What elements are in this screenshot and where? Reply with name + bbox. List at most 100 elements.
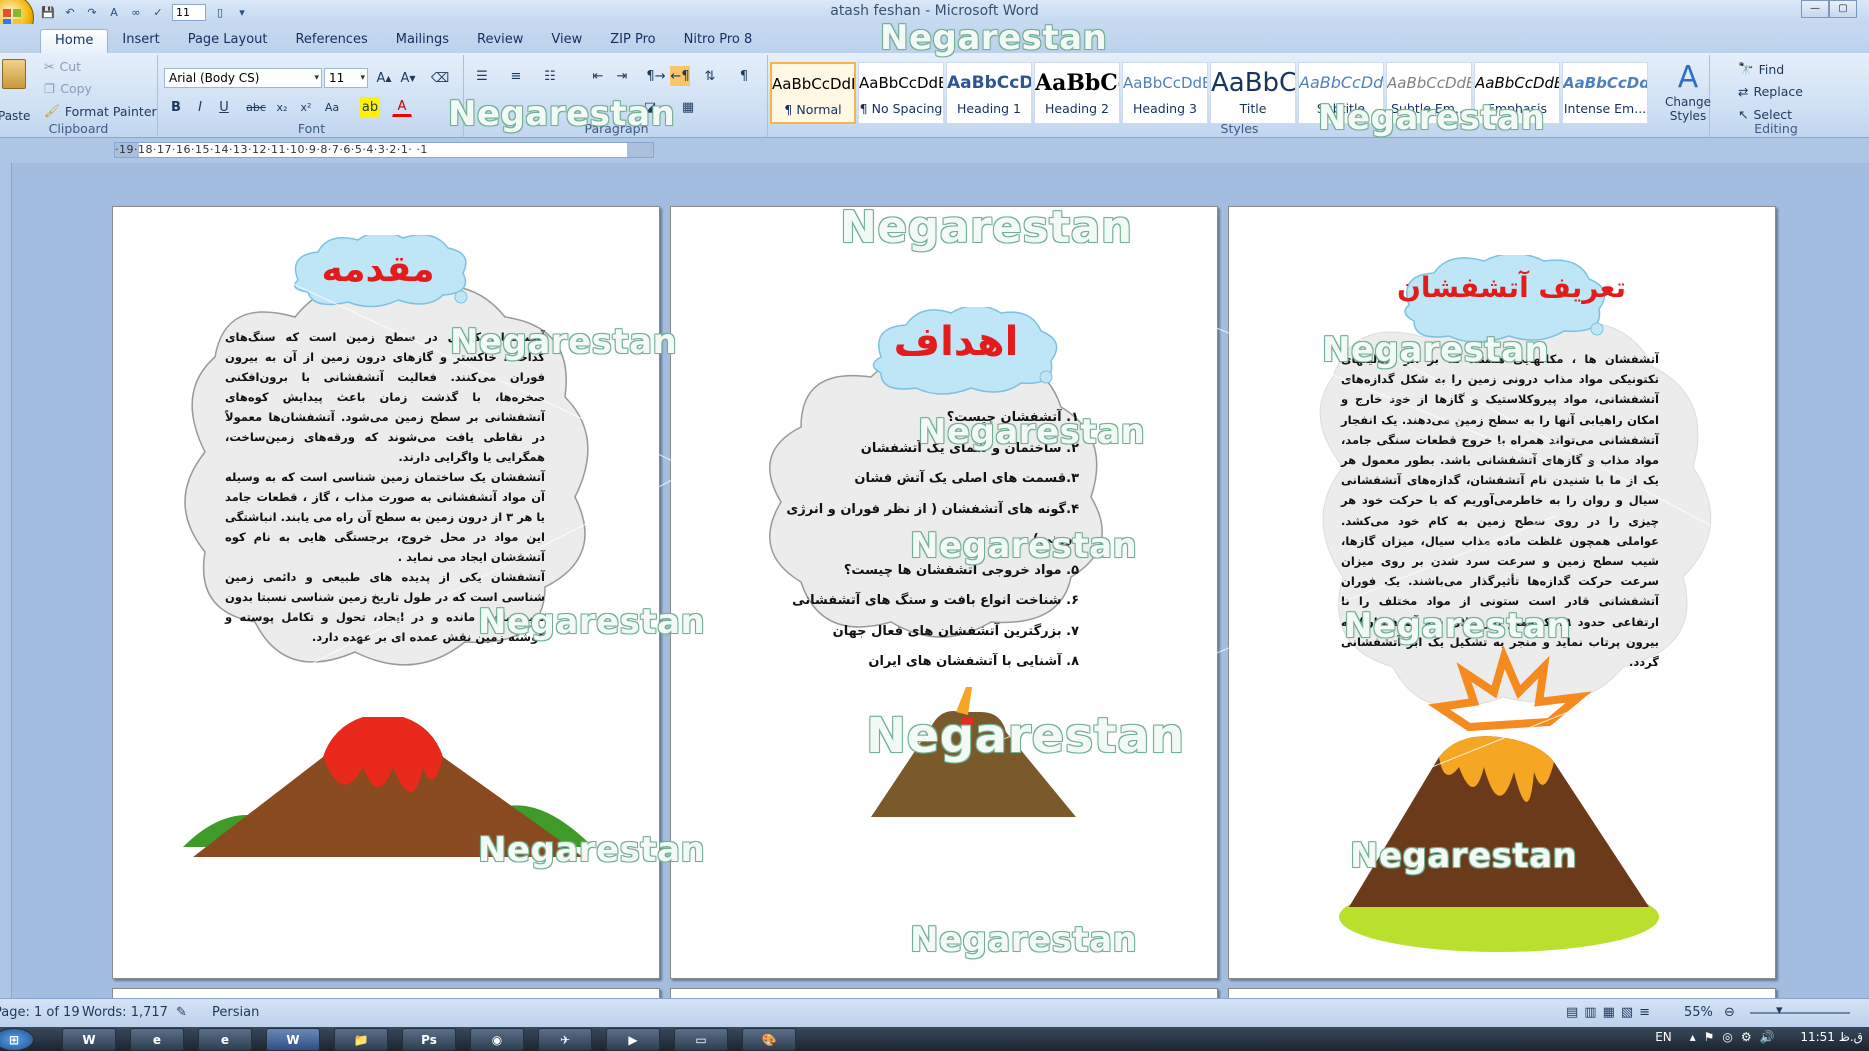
tab-zip-pro[interactable]: ZIP Pro bbox=[596, 29, 669, 53]
replace-button[interactable]: ⇄ Replace bbox=[1738, 84, 1803, 99]
taskbar-media-icon[interactable]: ▶ bbox=[606, 1028, 660, 1051]
style-heading-3[interactable]: AaBbCcDdEe Heading 3 bbox=[1122, 62, 1208, 124]
borders-icon[interactable]: ▦ bbox=[678, 97, 698, 117]
zoom-slider-thumb[interactable]: ▾ bbox=[1776, 1003, 1783, 1018]
shading-icon[interactable]: ◪ bbox=[640, 97, 660, 117]
increase-indent-icon[interactable]: ⇥ bbox=[612, 66, 632, 86]
page-3[interactable]: تعریف آتشفشان آتشفشان ها ، مکانهایی هستن… bbox=[1228, 206, 1776, 979]
tab-references[interactable]: References bbox=[281, 29, 381, 53]
taskbar-word-icon[interactable]: W bbox=[62, 1028, 116, 1051]
subscript-button[interactable]: x₂ bbox=[272, 97, 292, 117]
word-count[interactable]: Words: 1,717 bbox=[82, 1005, 168, 1020]
style-no-spacing[interactable]: AaBbCcDdEe ¶ No Spacing bbox=[858, 62, 944, 124]
maximize-button[interactable]: ▢ bbox=[1829, 0, 1857, 18]
paste-button[interactable]: Paste bbox=[0, 59, 30, 123]
styles-gallery: AaBbCcDdEe ¶ Normal AaBbCcDdEe ¶ No Spacing… bbox=[770, 62, 1650, 128]
editing-label: Editing bbox=[1754, 121, 1798, 136]
tab-insert[interactable]: Insert bbox=[108, 29, 173, 53]
page-2[interactable]: اهداف ۱. آتشفشان چیست؟ ۲. ساختمان و شمای … bbox=[670, 206, 1218, 979]
page-1[interactable]: مقدمه آتشفشان کوهی در سطح زمین است که سن… bbox=[112, 206, 660, 979]
tab-review[interactable]: Review bbox=[463, 29, 537, 53]
tab-page-layout[interactable]: Page Layout bbox=[174, 29, 282, 53]
sort-icon[interactable]: ⇅ bbox=[700, 66, 720, 86]
style-subtle-em[interactable]: AaBbCcDdEe Subtle Em... bbox=[1386, 62, 1472, 124]
find-button[interactable]: 🔭 Find bbox=[1738, 61, 1784, 77]
style-subtitle[interactable]: AaBbCcDdEe Subtitle bbox=[1298, 62, 1384, 124]
change-case-button[interactable]: Aa bbox=[322, 97, 342, 117]
view-buttons[interactable]: ▤▥▦▧≡ bbox=[1566, 1005, 1656, 1020]
highlight-icon[interactable]: ab bbox=[360, 97, 380, 117]
clock[interactable]: 11:51 ق.ظ bbox=[1800, 1030, 1863, 1044]
underline-button[interactable]: U bbox=[214, 97, 234, 117]
font-group: Arial (Body CS) 11 A▲ A▼ ⌫ B I U abc x₂ … bbox=[160, 55, 464, 137]
tray-icons[interactable]: ▴⚑◎⚙🔊 bbox=[1690, 1030, 1783, 1044]
format-painter-button[interactable]: 🖌 Format Painter bbox=[44, 103, 157, 119]
spelling-status-icon[interactable]: ✎ bbox=[176, 1005, 187, 1020]
font-name-combo[interactable]: Arial (Body CS) bbox=[164, 68, 322, 88]
style-emphasis[interactable]: AaBbCcDdEe Emphasis bbox=[1474, 62, 1560, 124]
paragraph-group: ☰ ≡ ☷ ⇤ ⇥ ¶→ ←¶ ⇅ ¶ ◪ ▦ Paragraph bbox=[466, 55, 768, 137]
style-title[interactable]: AaBbCcDdEe Title bbox=[1210, 62, 1296, 124]
language-tray[interactable]: EN bbox=[1655, 1030, 1672, 1044]
zoom-out-icon[interactable]: ⊖ bbox=[1724, 1005, 1735, 1020]
numbering-icon[interactable]: ≡ bbox=[506, 66, 526, 86]
minimize-button[interactable]: — bbox=[1801, 0, 1829, 18]
cut-button[interactable]: ✂ Cut bbox=[44, 59, 81, 74]
superscript-button[interactable]: x² bbox=[296, 97, 316, 117]
style-heading-2[interactable]: AaBbCcDdEe Heading 2 bbox=[1034, 62, 1120, 124]
taskbar-word-active-icon[interactable]: W bbox=[266, 1028, 320, 1051]
zoom-level[interactable]: 55% bbox=[1684, 1005, 1713, 1020]
style-preview: AaBbCcDdEe bbox=[1387, 74, 1471, 92]
tab-view[interactable]: View bbox=[537, 29, 596, 53]
taskbar-window-icon[interactable]: ▭ bbox=[674, 1028, 728, 1051]
style-preview: AaBbCcDdEe bbox=[859, 74, 943, 92]
style-intense-em[interactable]: AaBbCcDdEe Intense Em... bbox=[1562, 62, 1648, 124]
font-color-button[interactable]: A bbox=[392, 97, 412, 117]
taskbar-firefox-icon[interactable]: ◉ bbox=[470, 1028, 524, 1051]
start-button[interactable]: ⊞ bbox=[0, 1028, 34, 1051]
taskbar-photoshop-icon[interactable]: Ps bbox=[402, 1028, 456, 1051]
show-marks-icon[interactable]: ¶ bbox=[734, 66, 754, 86]
style-preview: AaBbCcDdEe bbox=[772, 75, 854, 93]
copy-button[interactable]: ❐ Copy bbox=[44, 81, 92, 96]
change-styles-icon: A bbox=[1677, 60, 1699, 95]
definition-title: تعریف آتشفشان bbox=[1397, 271, 1627, 304]
font-size-combo[interactable]: 11 bbox=[324, 68, 368, 88]
italic-button[interactable]: I bbox=[190, 97, 210, 117]
multilevel-icon[interactable]: ☷ bbox=[540, 66, 560, 86]
taskbar-folder-icon[interactable]: 📁 bbox=[334, 1028, 388, 1051]
tab-mailings[interactable]: Mailings bbox=[382, 29, 463, 53]
bold-button[interactable]: B bbox=[166, 97, 186, 117]
grow-font-icon[interactable]: A ▲ bbox=[374, 68, 394, 88]
style-heading-1[interactable]: AaBbCcDdEe Heading 1 bbox=[946, 62, 1032, 124]
page-count[interactable]: Page: 1 of 19 bbox=[0, 1005, 80, 1020]
style-normal[interactable]: AaBbCcDdEe ¶ Normal bbox=[770, 62, 856, 124]
style-name: Emphasis bbox=[1486, 101, 1548, 116]
decrease-indent-icon[interactable]: ⇤ bbox=[588, 66, 608, 86]
change-styles-button[interactable]: A Change Styles bbox=[1662, 60, 1714, 124]
select-button[interactable]: ↖ Select bbox=[1738, 107, 1792, 122]
vertical-ruler bbox=[0, 163, 12, 998]
horizontal-ruler[interactable]: ·19·18·17·16·15·14·13·12·11·10·9·8·7·6·5… bbox=[0, 138, 1869, 163]
taskbar-paint-icon[interactable]: 🎨 bbox=[742, 1028, 796, 1051]
taskbar-app-icon[interactable]: e bbox=[130, 1028, 184, 1051]
ltr-icon[interactable]: ¶→ bbox=[646, 66, 666, 86]
taskbar-ie-icon[interactable]: e bbox=[198, 1028, 252, 1051]
bullets-icon[interactable]: ☰ bbox=[472, 66, 492, 86]
ruler-scale[interactable]: ·19·18·17·16·15·14·13·12·11·10·9·8·7·6·5… bbox=[114, 142, 654, 158]
strikethrough-button[interactable]: abc bbox=[246, 97, 266, 117]
zoom-slider[interactable] bbox=[1750, 1012, 1850, 1014]
rtl-icon[interactable]: ←¶ bbox=[670, 66, 690, 86]
volcano-image-2 bbox=[871, 687, 1076, 817]
shrink-font-icon[interactable]: A ▼ bbox=[398, 68, 418, 88]
style-preview: AaBbCcDdEe bbox=[947, 73, 1032, 93]
volcano-image-1 bbox=[183, 717, 593, 857]
taskbar-telegram-icon[interactable]: ✈ bbox=[538, 1028, 592, 1051]
clear-format-icon[interactable]: ⌫ bbox=[430, 68, 450, 88]
tab-home[interactable]: Home bbox=[40, 29, 109, 53]
cursor-icon: ↖ bbox=[1738, 107, 1749, 122]
paste-icon bbox=[2, 59, 26, 89]
language-indicator[interactable]: Persian bbox=[212, 1005, 259, 1020]
intro-paragraph-3: آتشفشان یکی از پدیده های طبیعی و دائمی ز… bbox=[225, 570, 545, 644]
tab-nitro-pro-8[interactable]: Nitro Pro 8 bbox=[670, 29, 767, 53]
